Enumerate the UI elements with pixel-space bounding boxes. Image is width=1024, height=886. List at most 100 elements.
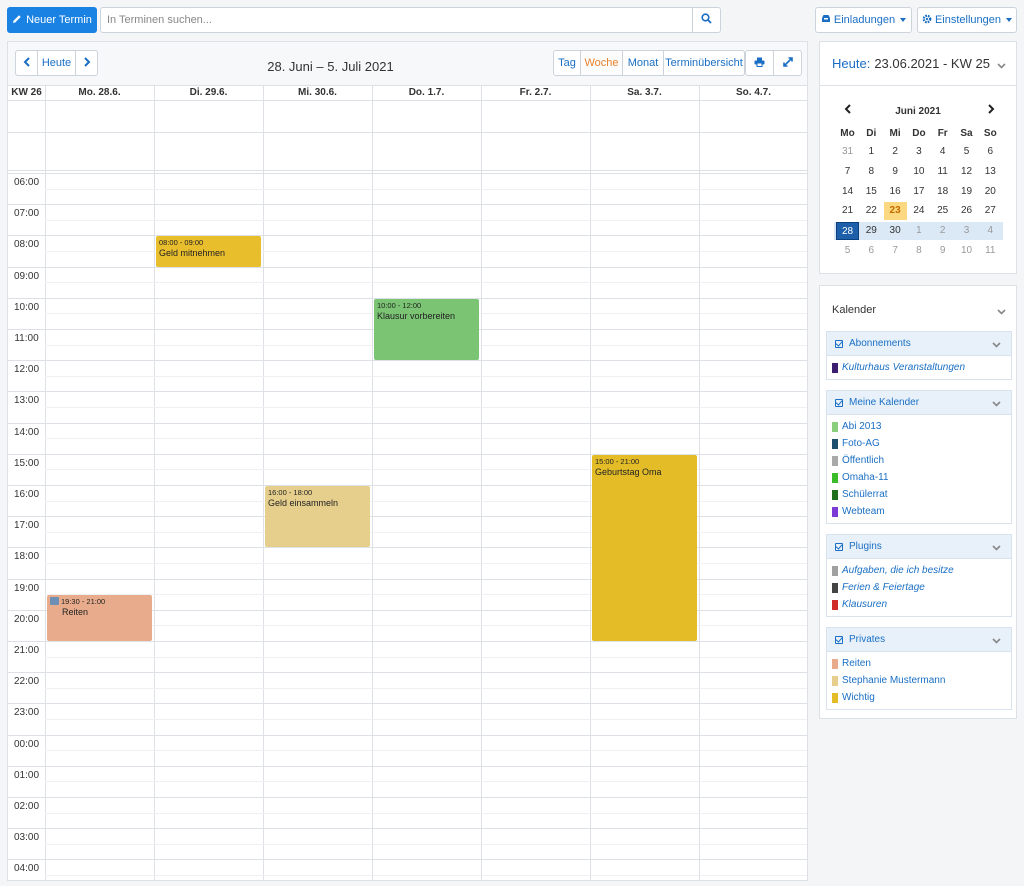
- view-week-button[interactable]: Woche: [580, 50, 623, 76]
- mini-day[interactable]: 7: [836, 163, 859, 181]
- mini-day[interactable]: 26: [955, 202, 978, 220]
- day-header[interactable]: Sa. 3.7.: [590, 86, 699, 100]
- print-button[interactable]: [745, 50, 774, 76]
- day-header[interactable]: Mi. 30.6.: [263, 86, 372, 100]
- mini-day[interactable]: 11: [931, 163, 954, 181]
- calendar-item[interactable]: Abi 2013: [827, 418, 1011, 435]
- mini-day[interactable]: 4: [979, 222, 1002, 240]
- next-week-button[interactable]: [75, 50, 98, 76]
- calendar-item[interactable]: Schülerrat: [827, 486, 1011, 503]
- calendar-event[interactable]: 10:00 - 12:00 Klausur vorbereiten: [374, 298, 479, 361]
- chevron-down-icon[interactable]: [992, 636, 1001, 647]
- chevron-down-icon[interactable]: [992, 399, 1001, 410]
- calendar-event[interactable]: 19:30 - 21:00 Reiten: [47, 595, 152, 641]
- day-header[interactable]: Fr. 2.7.: [481, 86, 590, 100]
- day-header[interactable]: So. 4.7.: [699, 86, 807, 100]
- calendar-event[interactable]: 15:00 - 21:00 Geburtstag Oma: [592, 454, 697, 641]
- checkbox-icon[interactable]: [835, 398, 843, 407]
- calendar-item[interactable]: Klausuren: [827, 596, 1011, 613]
- mini-day[interactable]: 9: [884, 163, 907, 181]
- mini-day[interactable]: 8: [860, 163, 883, 181]
- search-input[interactable]: [101, 8, 692, 32]
- mini-day[interactable]: 28: [836, 222, 859, 241]
- mini-day[interactable]: 31: [836, 143, 859, 161]
- new-appointment-button[interactable]: Neuer Termin: [7, 7, 97, 33]
- mini-day[interactable]: 9: [931, 242, 954, 260]
- calendar-item[interactable]: Stephanie Mustermann: [827, 672, 1011, 689]
- calendar-group-header[interactable]: Privates: [827, 628, 1011, 652]
- mini-day[interactable]: 2: [931, 222, 954, 240]
- mini-day[interactable]: 20: [979, 183, 1002, 201]
- color-swatch: [832, 421, 838, 432]
- mini-day[interactable]: 13: [979, 163, 1002, 181]
- calendar-event[interactable]: 16:00 - 18:00 Geld einsammeln: [265, 486, 370, 548]
- calendar-item[interactable]: Öffentlich: [827, 452, 1011, 469]
- mini-day[interactable]: 7: [884, 242, 907, 260]
- view-month-button[interactable]: Monat: [622, 50, 664, 76]
- mini-calendar-header[interactable]: Heute: 23.06.2021 - KW 25: [820, 42, 1016, 86]
- event-time-text: 19:30 - 21:00: [61, 597, 106, 607]
- calendar-item[interactable]: Reiten: [827, 655, 1011, 672]
- mini-day[interactable]: 5: [836, 242, 859, 260]
- mini-day[interactable]: 5: [955, 143, 978, 161]
- mini-day[interactable]: 12: [955, 163, 978, 181]
- mini-day[interactable]: 24: [907, 202, 930, 220]
- mini-day[interactable]: 22: [860, 202, 883, 220]
- calendar-item[interactable]: Ferien & Feiertage: [827, 579, 1011, 596]
- calendar-item[interactable]: Kulturhaus Veranstaltungen: [827, 359, 1011, 376]
- day-header[interactable]: Do. 1.7.: [372, 86, 481, 100]
- calendar-item[interactable]: Wichtig: [827, 689, 1011, 706]
- mini-day[interactable]: 4: [931, 143, 954, 161]
- half-hour-line: [45, 219, 807, 221]
- checkbox-icon[interactable]: [835, 542, 843, 551]
- calendar-group-header[interactable]: Plugins: [827, 535, 1011, 559]
- checkbox-icon[interactable]: [835, 635, 843, 644]
- mini-day[interactable]: 2: [884, 143, 907, 161]
- settings-button[interactable]: Einstellungen: [917, 7, 1017, 33]
- chevron-down-icon[interactable]: [997, 306, 1006, 318]
- mini-day[interactable]: 30: [884, 222, 907, 240]
- view-agenda-button[interactable]: Terminübersicht: [663, 50, 745, 76]
- mini-day[interactable]: 1: [907, 222, 930, 240]
- mini-day[interactable]: 25: [931, 202, 954, 220]
- mini-day[interactable]: 19: [955, 183, 978, 201]
- mini-day[interactable]: 27: [979, 202, 1002, 220]
- mini-day[interactable]: 18: [931, 183, 954, 201]
- chevron-down-icon[interactable]: [992, 543, 1001, 554]
- calendar-group-header[interactable]: Meine Kalender: [827, 391, 1011, 415]
- fullscreen-button[interactable]: [773, 50, 802, 76]
- calendar-event[interactable]: 08:00 - 09:00 Geld mitnehmen: [156, 236, 261, 267]
- hour-label: 10:00: [13, 301, 40, 313]
- mini-day[interactable]: 6: [979, 143, 1002, 161]
- invitations-button[interactable]: Einladungen: [815, 7, 912, 33]
- today-button[interactable]: Heute: [37, 50, 76, 76]
- calendar-item[interactable]: Webteam: [827, 503, 1011, 520]
- mini-day[interactable]: 16: [884, 183, 907, 201]
- mini-day[interactable]: 21: [836, 202, 859, 220]
- mini-day[interactable]: 23: [883, 202, 907, 221]
- search-button[interactable]: [692, 8, 720, 32]
- calendar-item[interactable]: Omaha-11: [827, 469, 1011, 486]
- mini-day[interactable]: 10: [955, 242, 978, 260]
- mini-next-month-button[interactable]: [987, 104, 995, 117]
- mini-day[interactable]: 8: [907, 242, 930, 260]
- mini-day[interactable]: 29: [860, 222, 883, 240]
- calendar-group-header[interactable]: Abonnements: [827, 332, 1011, 356]
- mini-day[interactable]: 3: [907, 143, 930, 161]
- calendar-item[interactable]: Foto-AG: [827, 435, 1011, 452]
- previous-week-button[interactable]: [15, 50, 38, 76]
- mini-day[interactable]: 17: [907, 183, 930, 201]
- day-header[interactable]: Mo. 28.6.: [45, 86, 154, 100]
- mini-day[interactable]: 6: [860, 242, 883, 260]
- day-header[interactable]: Di. 29.6.: [154, 86, 263, 100]
- mini-day[interactable]: 15: [860, 183, 883, 201]
- mini-day[interactable]: 14: [836, 183, 859, 201]
- checkbox-icon[interactable]: [835, 339, 843, 348]
- view-day-button[interactable]: Tag: [553, 50, 581, 76]
- mini-day[interactable]: 1: [860, 143, 883, 161]
- mini-day[interactable]: 3: [955, 222, 978, 240]
- chevron-down-icon[interactable]: [992, 340, 1001, 351]
- mini-day[interactable]: 10: [907, 163, 930, 181]
- calendar-item[interactable]: Aufgaben, die ich besitze: [827, 562, 1011, 579]
- mini-day[interactable]: 11: [979, 242, 1002, 260]
